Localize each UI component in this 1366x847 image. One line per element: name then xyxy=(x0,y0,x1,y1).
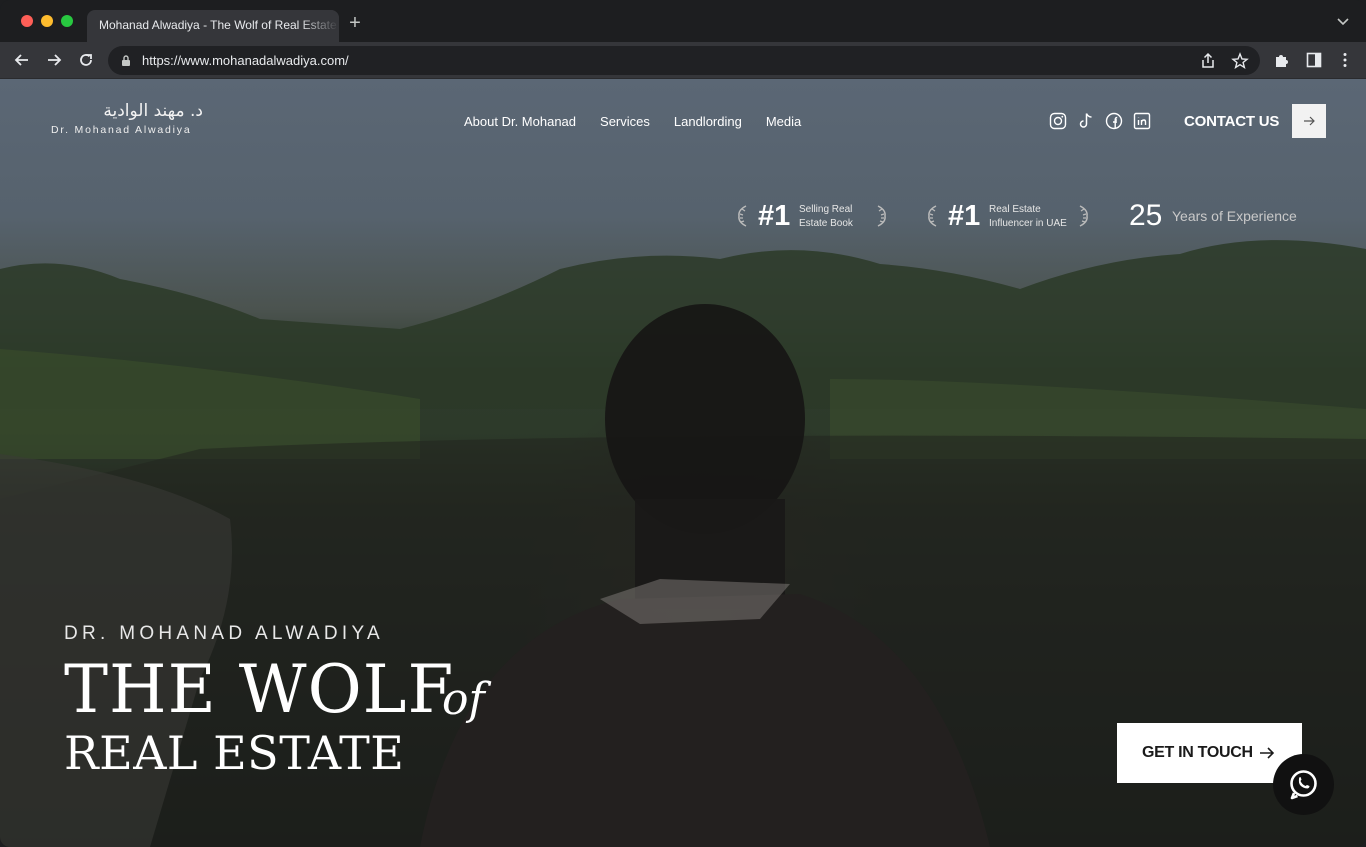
minimize-window-button[interactable] xyxy=(41,15,53,27)
tiktok-icon[interactable] xyxy=(1077,112,1095,130)
lock-icon xyxy=(122,55,130,66)
logo-arabic: د. مهند الوادية xyxy=(103,101,203,121)
reload-icon[interactable] xyxy=(76,50,96,70)
experience-number: 25 xyxy=(1129,199,1163,232)
chevron-down-icon[interactable] xyxy=(1336,14,1350,28)
back-arrow-icon[interactable] xyxy=(12,50,32,70)
site-logo[interactable]: د. مهند الوادية Dr. Mohanad Alwadiya xyxy=(51,101,211,136)
contact-us-link[interactable]: CONTACT US xyxy=(1184,113,1279,130)
nav-services[interactable]: Services xyxy=(600,114,650,129)
badge-text: Selling Real Estate Book xyxy=(799,204,853,229)
browser-tab-active[interactable]: Mohanad Alwadiya - The Wolf of Real Esta… xyxy=(87,10,339,42)
hero-section: د. مهند الوادية Dr. Mohanad Alwadiya Abo… xyxy=(0,79,1366,847)
address-bar[interactable]: https://www.mohanadalwadiya.com/ xyxy=(108,46,1260,75)
hero-title-line1: THE WOLF xyxy=(64,651,455,728)
instagram-icon[interactable] xyxy=(1049,112,1067,130)
more-menu-icon[interactable] xyxy=(1336,51,1354,69)
nav-landlording[interactable]: Landlording xyxy=(674,114,742,129)
side-panel-icon[interactable] xyxy=(1305,51,1323,69)
hero-subtitle: DR. MOHANAD ALWADIYA xyxy=(64,623,385,644)
star-icon[interactable] xyxy=(1231,52,1249,70)
badge-influencer: #1 Real Estate Influencer in UAE xyxy=(926,201,1092,231)
hero-title-of: of xyxy=(442,674,485,725)
close-window-button[interactable] xyxy=(21,15,33,27)
tab-strip: Mohanad Alwadiya - The Wolf of Real Esta… xyxy=(0,0,1366,42)
browser-toolbar: https://www.mohanadalwadiya.com/ xyxy=(0,42,1366,79)
maximize-window-button[interactable] xyxy=(61,15,73,27)
cta-label: GET IN TOUCH xyxy=(1142,744,1253,761)
extensions-icon[interactable] xyxy=(1273,51,1291,69)
experience-label: Years of Experience xyxy=(1172,208,1297,224)
linkedin-icon[interactable] xyxy=(1133,112,1151,130)
browser-window: Mohanad Alwadiya - The Wolf of Real Esta… xyxy=(0,0,1366,847)
hero-title-line2: REAL ESTATE xyxy=(64,726,405,780)
badge-text: Real Estate Influencer in UAE xyxy=(989,204,1067,229)
forward-arrow-icon[interactable] xyxy=(44,50,64,70)
badge-number: #1 xyxy=(948,200,981,232)
contact-us-button[interactable] xyxy=(1292,104,1326,138)
laurel-left-icon xyxy=(928,205,937,227)
share-icon[interactable] xyxy=(1199,52,1217,70)
nav-about[interactable]: About Dr. Mohanad xyxy=(464,114,576,129)
facebook-icon[interactable] xyxy=(1105,112,1123,130)
nav-media[interactable]: Media xyxy=(766,114,801,129)
laurel-right-icon xyxy=(877,205,886,227)
arrow-right-icon xyxy=(1304,116,1315,126)
url-text: https://www.mohanadalwadiya.com/ xyxy=(142,53,349,68)
badge-selling-book: #1 Selling Real Estate Book xyxy=(736,201,888,231)
badge-number: #1 xyxy=(758,200,791,232)
laurel-left-icon xyxy=(738,205,747,227)
main-nav: About Dr. Mohanad Services Landlording M… xyxy=(464,114,801,129)
laurel-right-icon xyxy=(1079,205,1088,227)
whatsapp-button[interactable] xyxy=(1273,754,1334,815)
whatsapp-icon xyxy=(1290,770,1317,800)
new-tab-button[interactable]: + xyxy=(345,13,365,33)
logo-english: Dr. Mohanad Alwadiya xyxy=(51,124,192,136)
